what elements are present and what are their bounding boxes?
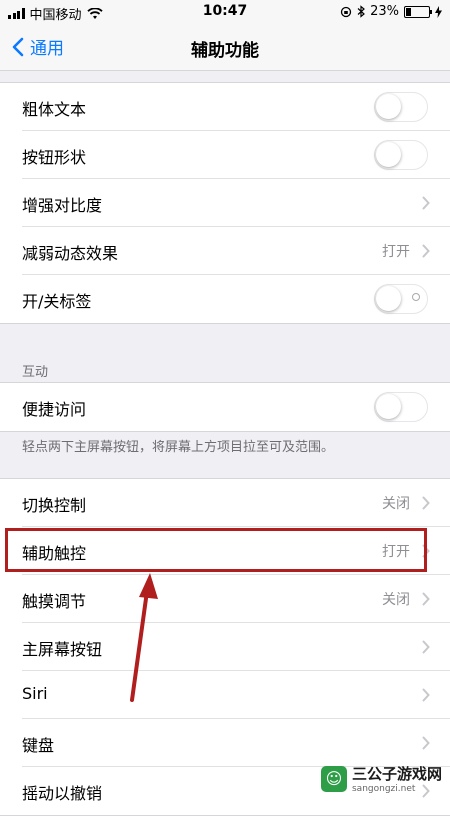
settings-row: 按钮形状	[0, 131, 450, 179]
chevron-right-icon	[422, 244, 430, 258]
orientation-lock-icon	[340, 6, 352, 17]
settings-row: 粗体文本	[0, 83, 450, 131]
watermark: ☺ 三公子游戏网 sangongzi.net	[320, 763, 442, 794]
row-label: 减弱动态效果	[22, 244, 119, 263]
toggle-switch[interactable]	[374, 392, 428, 422]
settings-row[interactable]: 增强对比度	[0, 179, 450, 227]
chevron-right-icon	[422, 640, 430, 654]
chevron-right-icon	[422, 592, 430, 606]
row-label: 增强对比度	[22, 196, 103, 215]
toggle-switch[interactable]	[374, 284, 428, 314]
chevron-right-icon	[422, 736, 430, 750]
settings-row: 开/关标签	[0, 275, 450, 323]
row-label: 按钮形状	[22, 148, 87, 167]
settings-row[interactable]: 键盘	[0, 719, 450, 767]
battery-percent: 23%	[370, 4, 399, 19]
row-label: 键盘	[22, 736, 55, 755]
toggle-knob	[376, 94, 401, 119]
toggle-switch[interactable]	[374, 140, 428, 170]
settings-row[interactable]: 切换控制 关闭	[0, 479, 450, 527]
status-right: 23%	[340, 4, 442, 19]
row-label: 主屏幕按钮	[22, 640, 103, 659]
row-label: 摇动以撤销	[22, 784, 103, 803]
row-label: 开/关标签	[22, 292, 92, 311]
reachability-footer: 轻点两下主屏幕按钮，将屏幕上方项目拉至可及范围。	[22, 440, 335, 455]
settings-row[interactable]: Siri	[0, 671, 450, 719]
chevron-right-icon	[422, 196, 430, 210]
toggle-knob	[376, 142, 401, 167]
status-bar: 中国移动 10:47 23%	[0, 0, 450, 26]
row-label: 切换控制	[22, 496, 87, 515]
off-label-icon	[412, 293, 420, 301]
chevron-right-icon	[422, 496, 430, 510]
highlight-box	[5, 528, 427, 572]
toggle-knob	[376, 394, 401, 419]
settings-row[interactable]: 触摸调节 关闭	[0, 575, 450, 623]
settings-row[interactable]: 主屏幕按钮	[0, 623, 450, 671]
bluetooth-icon	[357, 5, 366, 18]
chevron-right-icon	[422, 688, 430, 702]
row-label: 粗体文本	[22, 100, 87, 119]
toggle-knob	[376, 286, 401, 311]
watermark-logo-icon: ☺	[320, 765, 347, 792]
reachability-group: 便捷访问	[0, 382, 450, 432]
row-value: 打开	[382, 244, 410, 260]
row-label: 触摸调节	[22, 592, 87, 611]
row-value: 关闭	[382, 496, 410, 512]
page-title: 辅助功能	[191, 41, 259, 61]
section-header-interaction: 互动	[22, 365, 49, 380]
display-settings-group: 粗体文本按钮形状增强对比度减弱动态效果 打开开/关标签	[0, 82, 450, 324]
toggle-switch[interactable]	[374, 92, 428, 122]
charging-icon	[435, 5, 442, 18]
row-label: 便捷访问	[22, 400, 87, 419]
settings-row[interactable]: 减弱动态效果 打开	[0, 227, 450, 275]
watermark-title: 三公子游戏网	[351, 765, 442, 783]
row-value: 关闭	[382, 592, 410, 608]
watermark-url: sangongzi.net	[351, 784, 416, 794]
settings-row: 便捷访问	[0, 383, 450, 431]
battery-icon	[404, 5, 432, 18]
navigation-bar: 通用 辅助功能	[0, 26, 450, 71]
row-label: Siri	[22, 684, 48, 703]
